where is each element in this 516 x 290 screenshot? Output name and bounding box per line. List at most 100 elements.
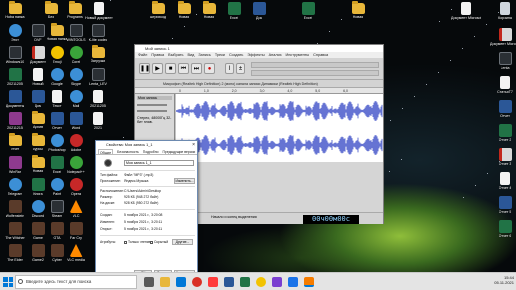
desktop-icon[interactable]: Корзина (493, 2, 516, 20)
cursor-tool-icon[interactable]: I (225, 63, 234, 74)
desktop-icon[interactable]: Hoba папка (3, 1, 27, 19)
app3-icon[interactable] (288, 277, 298, 287)
desktop-icon[interactable]: Excel (296, 2, 320, 20)
start-button[interactable] (3, 277, 13, 287)
desktop-icon[interactable]: WinRar (3, 156, 27, 174)
yandex-icon[interactable] (208, 277, 218, 287)
desktop-icon[interactable]: Far Cry (64, 222, 88, 240)
app2-icon[interactable] (272, 277, 282, 287)
desktop-icon[interactable]: Отчет 4 (493, 172, 516, 190)
desktop-icon[interactable]: Corel (64, 46, 88, 64)
desktop-icon[interactable]: Adobe (64, 134, 88, 152)
desktop-icon[interactable]: Skype (64, 68, 88, 86)
desktop-icon[interactable]: Wolfenstein (3, 200, 27, 218)
desktop-icon[interactable]: штрихкод (146, 1, 170, 19)
track-name[interactable]: Моя запись (137, 96, 172, 100)
desktop-icon[interactable]: Новая (172, 1, 196, 19)
desktop-icon[interactable]: Новая (346, 1, 370, 19)
skip-start-button[interactable]: ⏮ (178, 63, 189, 74)
time-display[interactable]: 00ч00м00с (303, 215, 359, 224)
other-attributes-button[interactable]: Другие... (172, 239, 193, 245)
change-button[interactable]: Изменить... (174, 178, 195, 184)
desktop-icon[interactable]: 2021 (86, 112, 110, 130)
desktop-icon[interactable]: 20211215 (3, 112, 27, 130)
desktop-icon[interactable]: Programs (63, 1, 87, 19)
audacity-taskbar-icon[interactable] (304, 277, 314, 287)
desktop-icon[interactable]: Док (247, 2, 271, 20)
audacity-titlebar[interactable]: Мой запись 1 (135, 45, 383, 52)
attributes-label: Атрибуты: (100, 240, 117, 244)
desktop-icon[interactable]: Документ Microsoft (451, 2, 481, 20)
desktop-icon[interactable]: СтатьяТ7 (493, 76, 516, 94)
desktop-icon[interactable]: Отчет 3 (493, 148, 516, 166)
desktop-icon[interactable]: Отчет 5 (493, 196, 516, 214)
desktop-icon[interactable]: Без (39, 1, 63, 19)
desktop-icon[interactable]: Новая (197, 1, 221, 19)
size-value: 925 КБ (948 272 байт) (124, 195, 159, 199)
desktop-icon[interactable]: отчет (3, 133, 27, 151)
desktop-icon[interactable]: Excel (222, 2, 246, 20)
play-button[interactable]: ▶ (152, 63, 163, 74)
system-tray-clock[interactable]: 15:44 05.11.2021 (494, 275, 514, 285)
file-explorer-icon[interactable] (160, 277, 170, 287)
excel-icon[interactable] (240, 277, 250, 287)
properties-dialog[interactable]: Свойства: Моя запись 1_1 × Общие Безопас… (95, 140, 198, 278)
desktop-icon[interactable]: Lenta (493, 52, 516, 70)
desktop-icon[interactable]: Отчет 2 (493, 124, 516, 142)
desktop-icon[interactable]: Загрузки (86, 45, 110, 63)
tab-details[interactable]: Подробно (143, 149, 159, 154)
record-button[interactable]: ● (204, 63, 215, 74)
task-view-icon[interactable] (144, 277, 154, 287)
desktop-icon[interactable]: Telegram (3, 178, 27, 196)
desktop-icon[interactable]: VLC media (64, 244, 88, 262)
stop-button[interactable]: ■ (165, 63, 176, 74)
desktop-icon[interactable]: Отчет 6 (493, 220, 516, 238)
gain-slider[interactable] (137, 104, 167, 106)
readonly-checkbox[interactable]: Только чтение (124, 240, 151, 244)
tab-security[interactable]: Безопасность (117, 149, 139, 154)
desktop-icon-label: WINTOOLS (66, 38, 86, 42)
tab-general[interactable]: Общие (98, 149, 114, 154)
desktop-icon[interactable]: 20211205 (3, 68, 27, 86)
desktop-icon[interactable]: Этот (3, 24, 27, 42)
pan-slider[interactable] (137, 110, 167, 112)
star-dot (389, 171, 390, 172)
word-icon[interactable] (224, 277, 234, 287)
device-toolbar[interactable]: Микрофон (Realtek High Definition) 2 (мо… (135, 80, 383, 88)
tab-previous-versions[interactable]: Предыдущие версии (163, 149, 196, 154)
game-icon (8, 244, 22, 257)
desktop-icon[interactable]: Документ Microsoft (490, 28, 516, 46)
desktop-icon[interactable]: Word (64, 112, 88, 130)
desktop-icon[interactable]: WINTOOLS (64, 24, 88, 42)
file-name-field[interactable]: Моя запись 1_1 (124, 160, 194, 166)
desktop-icon[interactable]: Документы (3, 90, 27, 108)
desktop-icon[interactable]: Отчет (493, 100, 516, 118)
zoom-tool-icon[interactable]: ± (236, 63, 245, 74)
desktop-icon[interactable]: K-lite codec (86, 24, 110, 42)
dialog-titlebar[interactable]: Свойства: Моя запись 1_1 × (96, 141, 197, 149)
desktop-icon[interactable]: Opera (64, 178, 88, 196)
desktop-icon[interactable]: Windows10 (3, 46, 27, 64)
desktop-icon[interactable]: Notepad++ (64, 156, 88, 174)
desktop-icon[interactable]: Mail (64, 90, 88, 108)
desktop-icon[interactable]: Lenta_LEV (86, 68, 110, 86)
desktop-icon[interactable]: 20211205 (86, 90, 110, 108)
desktop-icon-label: Новая (352, 15, 364, 19)
edge-icon[interactable] (176, 277, 186, 287)
skip-end-button[interactable]: ⏭ (191, 63, 202, 74)
desktop-icon[interactable]: VLC (64, 200, 88, 218)
waveform[interactable] (176, 94, 383, 162)
slider-bar[interactable] (251, 70, 379, 76)
search-box[interactable]: Введите здесь текст для поиска (15, 275, 137, 289)
desktop-icon[interactable]: The Elder (3, 244, 27, 262)
chrome-icon[interactable] (192, 277, 202, 287)
close-icon[interactable]: × (192, 141, 195, 149)
desktop-icon-label: Документы (5, 104, 25, 108)
app-icon[interactable] (256, 277, 266, 287)
word-icon (498, 196, 512, 209)
desktop-icon[interactable]: The Witcher (3, 222, 27, 240)
meter-bar[interactable] (251, 62, 379, 68)
pause-button[interactable]: ❚❚ (139, 63, 150, 74)
desktop-icon[interactable]: Новый документ (85, 2, 113, 20)
hidden-checkbox[interactable]: Скрытый (150, 240, 168, 244)
